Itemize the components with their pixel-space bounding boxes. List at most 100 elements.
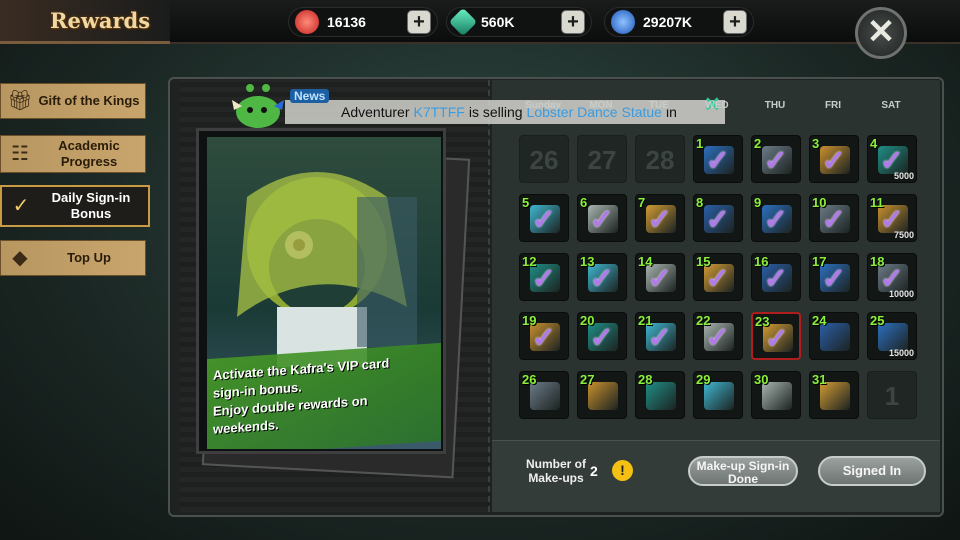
day-number: 7 xyxy=(638,195,646,210)
diamond-icon: ◆ xyxy=(12,247,28,269)
add-ruby-button[interactable]: + xyxy=(407,10,431,34)
day-number: 31 xyxy=(812,372,827,387)
weekday-sat: SAT xyxy=(881,100,901,111)
calendar-day-18[interactable]: 18 ✓ 10000 xyxy=(867,253,917,301)
day-number: 6 xyxy=(580,195,588,210)
calendar-day-28[interactable]: 28 xyxy=(635,371,685,419)
calendar-day-5[interactable]: 5 ✓ xyxy=(519,194,569,242)
add-crystal-button[interactable]: + xyxy=(561,10,585,34)
calendar-day-12[interactable]: 12 ✓ xyxy=(519,253,569,301)
day-number: 26 xyxy=(522,372,537,387)
clipboard-icon: ☷ xyxy=(11,143,29,165)
crystal-icon xyxy=(448,7,478,37)
calendar-day-8[interactable]: 8 ✓ xyxy=(693,194,743,242)
signed-check-icon: ✓ xyxy=(648,204,672,235)
calendar-day-15[interactable]: 15 ✓ xyxy=(693,253,743,301)
day-number: 27 xyxy=(580,372,595,387)
sidebar-item-label: Daily Sign-in Bonus xyxy=(51,190,131,221)
signed-check-icon: ✓ xyxy=(532,322,556,353)
signed-check-icon: ✓ xyxy=(532,204,556,235)
reward-amount: 10000 xyxy=(888,289,914,299)
calendar-day-outside-month: 1 xyxy=(867,371,917,419)
signed-check-icon: ✓ xyxy=(764,145,788,176)
calendar-day-24[interactable]: 24 xyxy=(809,312,859,360)
signed-check-icon: ✓ xyxy=(590,204,614,235)
day-number: 9 xyxy=(754,195,762,210)
day-number: 30 xyxy=(754,372,769,387)
signed-check-icon: ✓ xyxy=(706,204,730,235)
calendar-day-6[interactable]: 6 ✓ xyxy=(577,194,627,242)
day-number: 4 xyxy=(870,136,878,151)
calendar-day-7[interactable]: 7 ✓ xyxy=(635,194,685,242)
calendar-day-26[interactable]: 26 xyxy=(519,371,569,419)
crystal-currency: 560K + xyxy=(446,7,592,37)
calendar-day-21[interactable]: 21 ✓ xyxy=(635,312,685,360)
sidebar-item-top-up[interactable]: ◆ Top Up xyxy=(0,240,146,276)
makeup-sign-in-button[interactable]: Make-up Sign-in Done xyxy=(688,456,798,486)
day-number: 26 xyxy=(529,145,559,175)
top-bar: Rewards 16136 + 560K + 29207K + xyxy=(0,0,960,44)
signed-check-icon: ✓ xyxy=(590,322,614,353)
day-number: 24 xyxy=(812,313,827,328)
calendar-day-11[interactable]: 11 ✓ 7500 xyxy=(867,194,917,242)
calendar-day-9[interactable]: 9 ✓ xyxy=(751,194,801,242)
calendar-day-23[interactable]: 23 ✓ xyxy=(751,312,801,360)
news-player: K7TTFF xyxy=(413,104,465,120)
calendar-day-31[interactable]: 31 xyxy=(809,371,859,419)
day-number: 3 xyxy=(812,136,820,151)
signed-check-icon: ✓ xyxy=(764,204,788,235)
mascot-icon xyxy=(232,84,284,128)
calendar-day-20[interactable]: 20 ✓ xyxy=(577,312,627,360)
calendar-day-3[interactable]: 3 ✓ xyxy=(809,135,859,183)
day-number: 1 xyxy=(696,136,704,151)
info-warning-icon[interactable]: ! xyxy=(612,460,633,481)
calendar-day-1[interactable]: 1 ✓ xyxy=(693,135,743,183)
calendar-day-17[interactable]: 17 ✓ xyxy=(809,253,859,301)
gift-icon: 🎁︎ xyxy=(7,90,33,112)
vip-description: Activate the Kafra's VIP card sign-in bo… xyxy=(207,342,441,449)
signed-check-icon: ✓ xyxy=(764,263,788,294)
calendar-day-27[interactable]: 27 xyxy=(577,371,627,419)
signed-in-button[interactable]: Signed In xyxy=(818,456,926,486)
signed-check-icon: ✓ xyxy=(532,263,556,294)
news-tag: News xyxy=(290,89,330,103)
sidebar-item-gift-of-the-kings[interactable]: 🎁︎ Gift of the Kings xyxy=(0,83,146,119)
reward-amount: 15000 xyxy=(888,348,914,358)
calendar-day-25[interactable]: 25 15000 xyxy=(867,312,917,360)
signed-check-icon: ✓ xyxy=(648,322,672,353)
calendar-day-29[interactable]: 29 xyxy=(693,371,743,419)
crystal-amount: 560K xyxy=(481,14,515,30)
page-title: Rewards xyxy=(50,8,151,33)
signed-check-icon: ✓ xyxy=(706,263,730,294)
day-number: 28 xyxy=(645,145,675,175)
weekday-wed: WED xyxy=(705,100,729,111)
day-number: 1 xyxy=(884,381,900,411)
sidebar-item-daily-sign-in-bonus[interactable]: ✓ Daily Sign-in Bonus xyxy=(0,185,150,227)
signed-check-icon: ✓ xyxy=(590,263,614,294)
add-coin-button[interactable]: + xyxy=(723,10,747,34)
sidebar-item-label: Gift of the Kings xyxy=(38,93,140,108)
calendar-day-30[interactable]: 30 xyxy=(751,371,801,419)
sidebar-item-academic-progress[interactable]: ☷ Academic Progress xyxy=(0,135,146,173)
close-button[interactable]: ✕ xyxy=(855,7,907,59)
signed-check-icon: ✓ xyxy=(648,263,672,294)
signed-check-icon: ✓ xyxy=(822,204,846,235)
calendar-day-13[interactable]: 13 ✓ xyxy=(577,253,627,301)
calendar-day-10[interactable]: 10 ✓ xyxy=(809,194,859,242)
calendar-day-19[interactable]: 19 ✓ xyxy=(519,312,569,360)
makeups-label: Number of Make-ups xyxy=(526,457,586,485)
calendar-day-16[interactable]: 16 ✓ xyxy=(751,253,801,301)
calendar-day-4[interactable]: 4 ✓ 5000 xyxy=(867,135,917,183)
weekday-sunday: Sunday xyxy=(524,100,562,111)
checkmark-icon: ✓ xyxy=(12,195,30,217)
day-number: 2 xyxy=(754,136,762,151)
day-number: 25 xyxy=(870,313,885,328)
calendar-day-2[interactable]: 2 ✓ xyxy=(751,135,801,183)
reward-amount: 5000 xyxy=(893,171,914,181)
sidebar-item-label: Academic Progress xyxy=(58,138,120,169)
calendar-day-14[interactable]: 14 ✓ xyxy=(635,253,685,301)
news-middle: is selling xyxy=(468,104,523,120)
day-number: 29 xyxy=(696,372,711,387)
calendar-day-22[interactable]: 22 ✓ xyxy=(693,312,743,360)
weekday-thu: THU xyxy=(764,100,786,111)
